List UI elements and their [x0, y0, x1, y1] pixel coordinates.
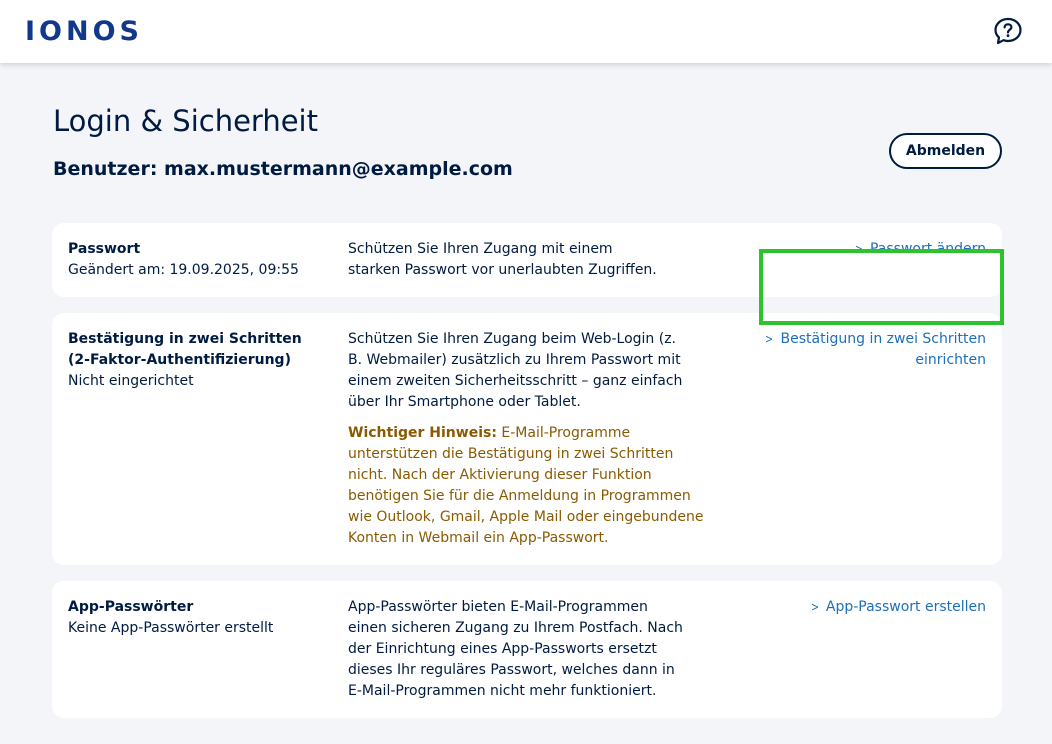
note-text: E-Mail-Programme unterstützen die Bestät… — [348, 425, 704, 546]
top-header: IONOS — [0, 0, 1052, 63]
main-content: Login & Sicherheit Benutzer: max.musterm… — [0, 63, 1052, 744]
change-password-link[interactable]: > Passwort ändern — [854, 239, 986, 260]
create-app-password-label: App-Passwort erstellen — [825, 599, 986, 615]
two-factor-important-note: Wichtiger Hinweis: E-Mail-Programme unte… — [348, 423, 710, 549]
ionos-logo[interactable]: IONOS — [25, 15, 143, 48]
setup-two-factor-link[interactable]: > Bestätigung in zwei Schritten einrichte… — [764, 329, 986, 371]
change-password-label: Passwort ändern — [869, 241, 986, 257]
app-passwords-title: App-Passwörter — [68, 599, 194, 615]
two-factor-title-line2: (2-Faktor-Authentifizierung) — [68, 352, 291, 368]
two-factor-card: Bestätigung in zwei Schritten (2-Faktor-… — [52, 313, 1002, 565]
password-title: Passwort — [68, 241, 141, 257]
two-factor-title-line1: Bestätigung in zwei Schritten — [68, 331, 302, 347]
chevron-right-icon: > — [810, 600, 819, 614]
setup-two-factor-label-line2: einrichten — [915, 352, 986, 368]
app-passwords-card: App-Passwörter Keine App-Passwörter erst… — [52, 581, 1002, 718]
user-email: Benutzer: max.mustermann@example.com — [53, 158, 513, 180]
two-factor-description: Schützen Sie Ihren Zugang beim Web-Login… — [348, 331, 683, 410]
password-changed-date: Geändert am: 19.09.2025, 09:55 — [68, 262, 299, 278]
setup-two-factor-label-line1: Bestätigung in zwei Schritten — [780, 331, 986, 347]
password-description: Schützen Sie Ihren Zugang mit einem star… — [348, 241, 657, 278]
create-app-password-link[interactable]: > App-Passwort erstellen — [810, 597, 986, 618]
two-factor-status: Nicht eingerichtet — [68, 373, 194, 389]
chevron-right-icon: > — [765, 332, 774, 346]
page-title: Login & Sicherheit — [53, 104, 318, 138]
logout-button[interactable]: Abmelden — [889, 133, 1002, 169]
app-passwords-status: Keine App-Passwörter erstellt — [68, 620, 274, 636]
help-chat-icon[interactable] — [993, 17, 1023, 45]
chevron-right-icon: > — [854, 242, 863, 256]
app-passwords-description: App-Passwörter bieten E-Mail-Programmen … — [348, 599, 683, 699]
password-card: Passwort Geändert am: 19.09.2025, 09:55 … — [52, 223, 1002, 297]
note-label: Wichtiger Hinweis: — [348, 425, 497, 441]
